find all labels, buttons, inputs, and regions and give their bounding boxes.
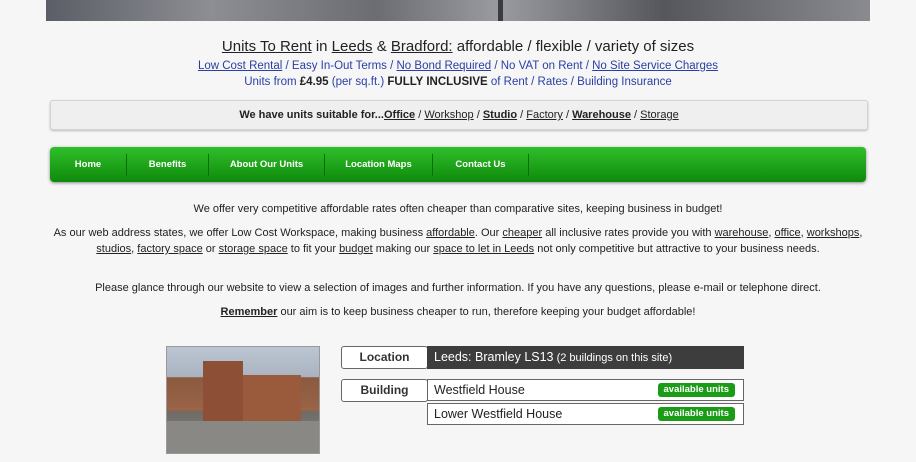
nav-contact-us[interactable]: Contact Us bbox=[433, 147, 528, 182]
headline-in: in bbox=[311, 38, 332, 55]
price-value: £4.95 bbox=[299, 76, 329, 88]
cheaper-link[interactable]: cheaper bbox=[502, 227, 542, 239]
factory-space-link[interactable]: factory space bbox=[137, 243, 202, 255]
building-photo[interactable] bbox=[166, 346, 320, 454]
header-banner-image bbox=[46, 0, 870, 21]
headline-amp: & bbox=[372, 38, 391, 55]
bradford-link[interactable]: Bradford: bbox=[391, 38, 453, 55]
no-site-charges-link[interactable]: No Site Service Charges bbox=[592, 60, 718, 72]
available-units-badge[interactable]: available units bbox=[657, 407, 735, 421]
headline-rest: affordable / flexible / variety of sizes bbox=[452, 38, 695, 55]
p2-text: As our web address states, we offer Low … bbox=[53, 227, 427, 239]
location-note: (2 buildings on this site) bbox=[553, 352, 673, 364]
units-from-text: Units from bbox=[244, 76, 300, 88]
suitable-intro: We have units suitable for... bbox=[239, 109, 384, 121]
units-to-rent-link[interactable]: Units To Rent bbox=[222, 38, 312, 55]
p2-text: to fit your bbox=[287, 243, 340, 255]
no-bond-link[interactable]: No Bond Required bbox=[397, 60, 492, 72]
available-units-badge[interactable]: available units bbox=[657, 383, 735, 397]
workshops-link[interactable]: workshops bbox=[807, 227, 860, 239]
suitable-sep: / bbox=[473, 109, 483, 121]
warehouse-link[interactable]: warehouse bbox=[715, 227, 769, 239]
suitable-workshop-link[interactable]: Workshop bbox=[424, 109, 473, 121]
building-label: Building bbox=[341, 379, 428, 402]
nav-location-maps[interactable]: Location Maps bbox=[325, 147, 432, 182]
photo-building-left bbox=[203, 361, 243, 421]
suitable-sep: / bbox=[517, 109, 527, 121]
suitable-office-link[interactable]: Office bbox=[384, 109, 415, 121]
studios-link[interactable]: studios bbox=[96, 243, 131, 255]
space-to-let-link[interactable]: space to let in Leeds bbox=[433, 243, 534, 255]
banner-pole bbox=[498, 0, 503, 21]
p2-text: all inclusive rates provide you with bbox=[542, 227, 715, 239]
suitable-storage-link[interactable]: Storage bbox=[640, 109, 679, 121]
storage-space-link[interactable]: storage space bbox=[219, 243, 288, 255]
leeds-link[interactable]: Leeds bbox=[332, 38, 373, 55]
low-cost-rental-link[interactable]: Low Cost Rental bbox=[198, 60, 282, 72]
building-row-lower-westfield[interactable]: Lower Westfield House available units bbox=[427, 403, 744, 425]
suitable-factory-link[interactable]: Factory bbox=[526, 109, 563, 121]
fully-inclusive-text: FULLY INCLUSIVE bbox=[387, 76, 488, 88]
photo-building-right bbox=[243, 375, 301, 421]
remember-link[interactable]: Remember bbox=[221, 306, 278, 318]
building-name: Lower Westfield House bbox=[434, 407, 563, 421]
subheadline-price: Units from £4.95 (per sq.ft.) FULLY INCL… bbox=[0, 76, 916, 88]
suitable-for-bar: We have units suitable for...Office / Wo… bbox=[50, 100, 868, 130]
nav-divider bbox=[528, 154, 529, 176]
p2-text: or bbox=[202, 243, 219, 255]
suitable-sep: / bbox=[562, 109, 573, 121]
office-link[interactable]: office bbox=[775, 227, 801, 239]
headline: Units To Rent in Leeds & Bradford: affor… bbox=[0, 38, 916, 55]
p2-text: . Our bbox=[474, 227, 503, 239]
location-name: Leeds: Bramley LS13 bbox=[434, 350, 554, 364]
nav-home[interactable]: Home bbox=[50, 147, 126, 182]
intro-paragraph-3: Please glance through our website to vie… bbox=[95, 282, 821, 294]
suitable-sep: / bbox=[415, 109, 425, 121]
location-value: Leeds: Bramley LS13 (2 buildings on this… bbox=[427, 346, 744, 369]
photo-yard bbox=[167, 421, 319, 453]
terms-text-1: / Easy In-Out Terms / bbox=[282, 60, 397, 72]
inclusive-rest-text: of Rent / Rates / Building Insurance bbox=[487, 76, 672, 88]
suitable-sep: / bbox=[630, 109, 641, 121]
location-label: Location bbox=[341, 346, 428, 369]
p2-text: not only competitive but attractive to y… bbox=[534, 243, 820, 255]
p4-text: our aim is to keep business cheaper to r… bbox=[277, 306, 696, 318]
suitable-studio-link[interactable]: Studio bbox=[483, 109, 517, 121]
building-name: Westfield House bbox=[434, 383, 525, 397]
nav-benefits[interactable]: Benefits bbox=[127, 147, 208, 182]
intro-paragraph-4: Remember our aim is to keep business che… bbox=[52, 304, 864, 320]
p2-text: , bbox=[859, 227, 863, 239]
p2-text: making our bbox=[372, 243, 434, 255]
suitable-warehouse-link[interactable]: Warehouse bbox=[572, 109, 631, 121]
intro-paragraph-2: As our web address states, we offer Low … bbox=[52, 225, 864, 257]
affordable-link[interactable]: affordable bbox=[426, 227, 475, 239]
main-nav: Home Benefits About Our Units Location M… bbox=[50, 147, 866, 182]
terms-text-2: / No VAT on Rent / bbox=[491, 60, 593, 72]
intro-paragraph-1: We offer very competitive affordable rat… bbox=[193, 203, 723, 215]
building-row-westfield[interactable]: Westfield House available units bbox=[427, 379, 744, 401]
budget-link[interactable]: budget bbox=[339, 243, 373, 255]
subheadline-terms: Low Cost Rental / Easy In-Out Terms / No… bbox=[0, 60, 916, 72]
nav-about-our-units[interactable]: About Our Units bbox=[209, 147, 324, 182]
per-sqft-text: (per sq.ft.) bbox=[328, 76, 388, 88]
